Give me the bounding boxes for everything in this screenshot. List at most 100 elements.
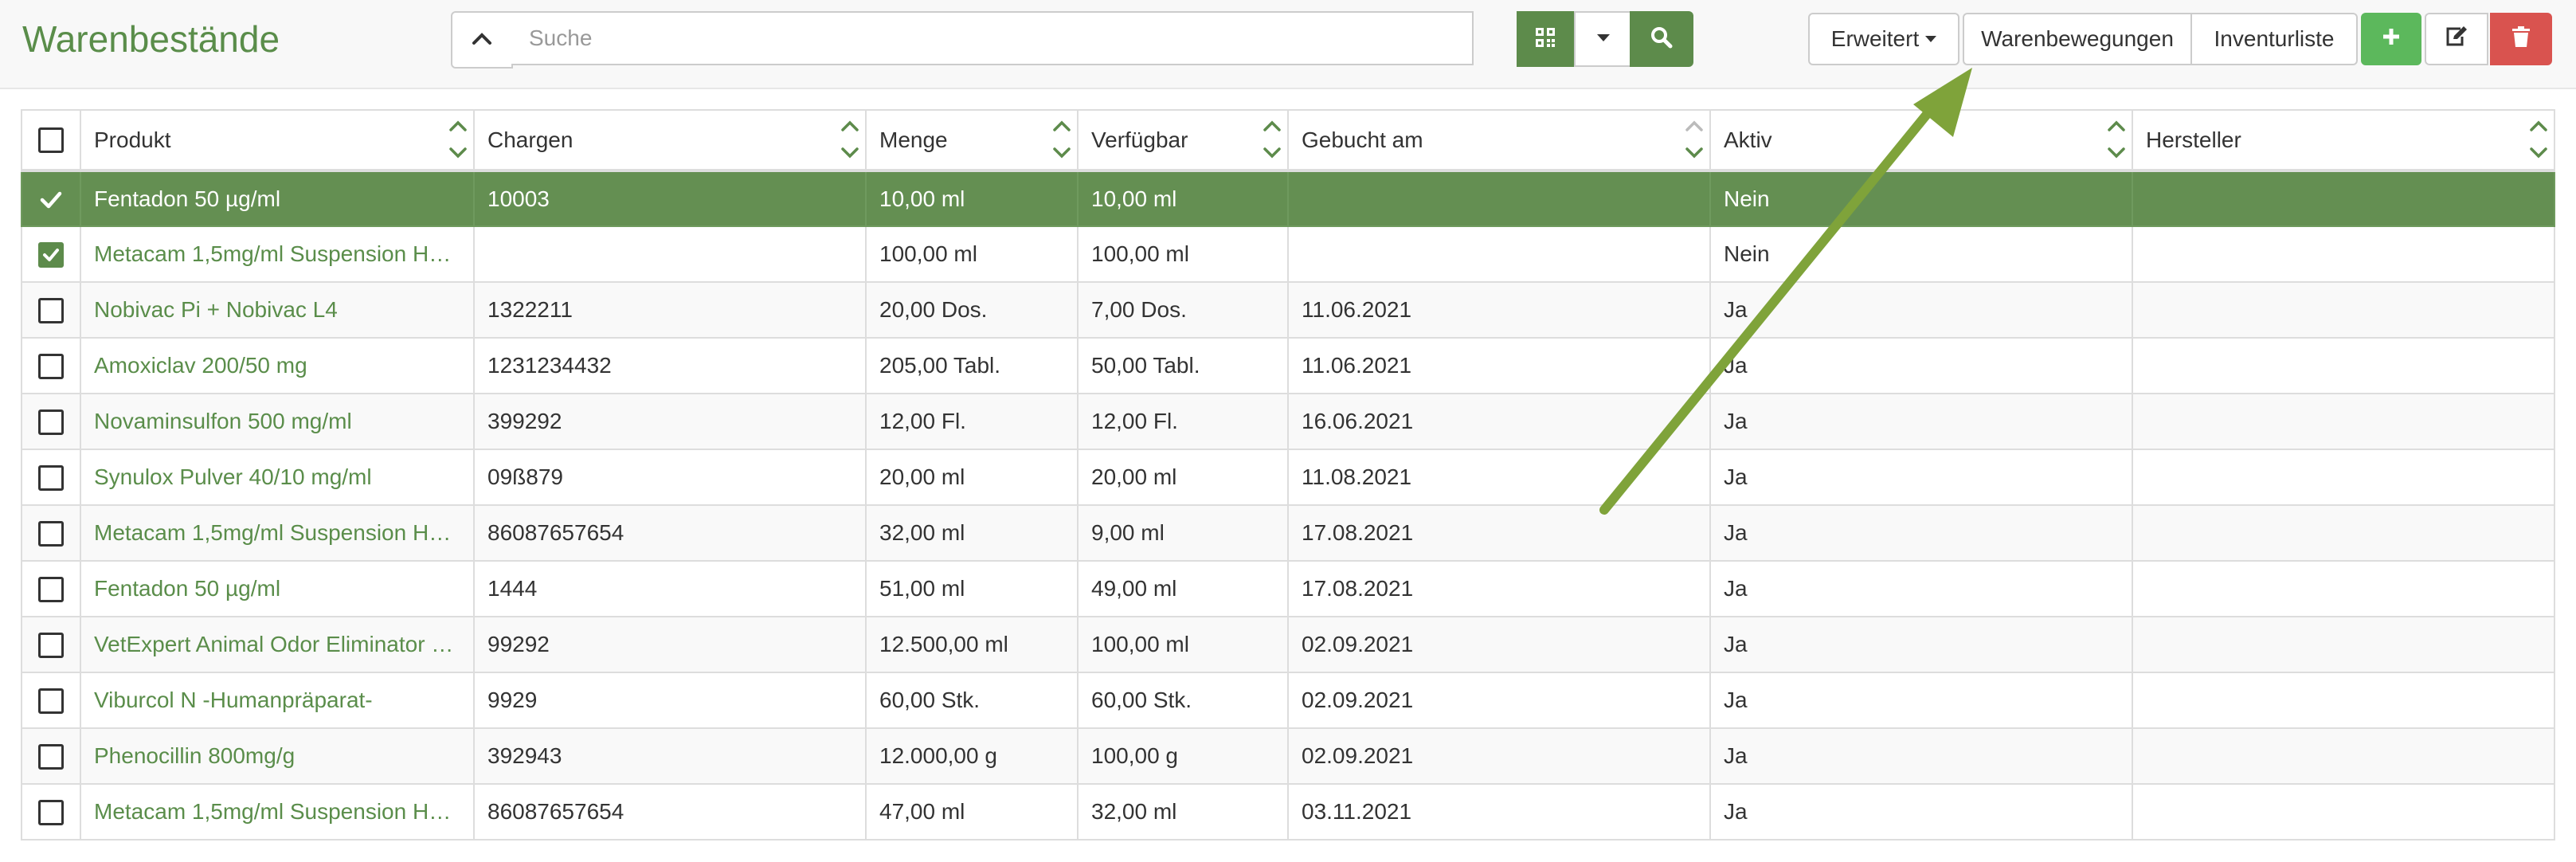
table-row[interactable]: Synulox Pulver 40/10 mg/ml 09ß879 20,00 ml…	[21, 449, 2555, 506]
row-checkbox[interactable]	[38, 353, 64, 379]
column-label: Menge	[879, 127, 948, 152]
row-checkbox[interactable]	[38, 743, 64, 770]
table-row[interactable]: Amoxiclav 200/50 mg 1231234432 205,00 Tabl…	[21, 337, 2555, 394]
table-row[interactable]: Nobivac Pi + Nobivac L4 1322211 20,00 Dos.…	[21, 281, 2555, 339]
cell-gebucht-am: 02.09.2021	[1287, 616, 1711, 673]
cell-hersteller	[2132, 449, 2555, 506]
plus-icon	[2382, 26, 2401, 52]
cell-aktiv: Ja	[1709, 281, 2133, 339]
cell-menge: 47,00 ml	[865, 783, 1079, 840]
column-label: Aktiv	[1724, 127, 1772, 152]
erweitert-dropdown-button[interactable]: Erweitert	[1808, 13, 1959, 65]
table-row[interactable]: Metacam 1,5mg/ml Suspension Hu… 860876576…	[21, 504, 2555, 562]
table-row[interactable]: Phenocillin 800mg/g 392943 12.000,00 g 100,…	[21, 727, 2555, 785]
chevron-up-icon	[472, 31, 492, 49]
row-select-cell	[21, 393, 81, 450]
column-header-gebucht-am[interactable]: Gebucht am	[1287, 109, 1711, 172]
edit-button[interactable]	[2425, 13, 2488, 65]
cell-verfuegbar: 9,00 ml	[1077, 504, 1289, 562]
row-select-cell	[21, 727, 81, 785]
erweitert-label: Erweitert	[1830, 26, 1920, 51]
sort-icon[interactable]	[2528, 117, 2549, 163]
search-input[interactable]	[511, 11, 1474, 65]
row-select-cell	[21, 783, 81, 840]
row-checkbox[interactable]	[38, 409, 64, 435]
cell-menge: 32,00 ml	[865, 504, 1079, 562]
cell-product[interactable]: Amoxiclav 200/50 mg	[80, 337, 475, 394]
column-header-hersteller[interactable]: Hersteller	[2132, 109, 2555, 172]
row-checkbox[interactable]	[38, 799, 64, 825]
row-checkbox[interactable]	[38, 241, 64, 268]
cell-product[interactable]: Phenocillin 800mg/g	[80, 727, 475, 785]
collapse-button[interactable]	[451, 11, 513, 69]
cell-product[interactable]: Nobivac Pi + Nobivac L4	[80, 281, 475, 339]
cell-hersteller	[2132, 281, 2555, 339]
table-row[interactable]: Metacam 1,5mg/ml Suspension Hu… 860876576…	[21, 783, 2555, 840]
sort-icon[interactable]	[1262, 117, 1282, 163]
cell-product[interactable]: Fentadon 50 µg/ml	[80, 560, 475, 617]
cell-product[interactable]: Metacam 1,5mg/ml Suspension Hu…	[80, 504, 475, 562]
caret-down-icon	[1925, 36, 1937, 42]
inventurliste-button[interactable]: Inventurliste	[2190, 13, 2358, 65]
cell-menge: 20,00 Dos.	[865, 281, 1079, 339]
row-checkbox[interactable]	[38, 297, 64, 323]
sort-icon[interactable]	[1684, 117, 1705, 163]
column-header-menge[interactable]: Menge	[865, 109, 1079, 172]
row-select-cell	[21, 672, 81, 729]
cell-product[interactable]: Metacam 1,5mg/ml Suspension Hu…	[80, 225, 475, 283]
cell-hersteller	[2132, 504, 2555, 562]
table-row[interactable]: Viburcol N -Humanpräparat- 9929 60,00 Stk.…	[21, 672, 2555, 729]
column-label: Produkt	[94, 127, 171, 152]
table-row[interactable]: VetExpert Animal Odor Eliminator S… 99292…	[21, 616, 2555, 673]
column-header-produkt[interactable]: Produkt	[80, 109, 475, 172]
sort-icon[interactable]	[2106, 117, 2127, 163]
warenbewegungen-button[interactable]: Warenbewegungen	[1963, 13, 2192, 65]
row-select-cell	[21, 616, 81, 673]
cell-gebucht-am: 11.06.2021	[1287, 337, 1711, 394]
row-select-cell	[21, 449, 81, 506]
cell-hersteller	[2132, 337, 2555, 394]
qr-scan-button[interactable]	[1517, 11, 1574, 67]
add-button[interactable]	[2361, 13, 2421, 65]
cell-product[interactable]: Viburcol N -Humanpräparat-	[80, 672, 475, 729]
cell-product[interactable]: Novaminsulfon 500 mg/ml	[80, 393, 475, 450]
warenbewegungen-label: Warenbewegungen	[1981, 26, 2174, 51]
row-checkbox[interactable]	[40, 186, 62, 211]
caret-down-icon	[1597, 32, 1610, 46]
row-checkbox[interactable]	[38, 464, 64, 491]
cell-menge: 20,00 ml	[865, 449, 1079, 506]
column-header-verfuegbar[interactable]: Verfügbar	[1077, 109, 1289, 172]
delete-button[interactable]	[2490, 13, 2552, 65]
search-button[interactable]	[1630, 11, 1693, 67]
sort-icon[interactable]	[840, 117, 860, 163]
cell-menge: 205,00 Tabl.	[865, 337, 1079, 394]
cell-verfuegbar: 10,00 ml	[1077, 170, 1289, 227]
cell-product[interactable]: Synulox Pulver 40/10 mg/ml	[80, 449, 475, 506]
sort-icon[interactable]	[1051, 117, 1072, 163]
cell-verfuegbar: 20,00 ml	[1077, 449, 1289, 506]
sort-icon[interactable]	[448, 117, 468, 163]
select-all-checkbox[interactable]	[38, 127, 64, 154]
table-row[interactable]: Fentadon 50 µg/ml 1444 51,00 ml 49,00 ml 17.…	[21, 560, 2555, 617]
cell-gebucht-am: 17.08.2021	[1287, 504, 1711, 562]
row-checkbox[interactable]	[38, 520, 64, 547]
column-header-chargen[interactable]: Chargen	[473, 109, 867, 172]
cell-product[interactable]: Fentadon 50 µg/ml	[80, 170, 475, 227]
cell-menge: 12.500,00 ml	[865, 616, 1079, 673]
cell-aktiv: Nein	[1709, 225, 2133, 283]
cell-product[interactable]: VetExpert Animal Odor Eliminator S…	[80, 616, 475, 673]
table-row[interactable]: Metacam 1,5mg/ml Suspension Hu… 100,00 ml…	[21, 225, 2555, 283]
cell-chargen: 1322211	[473, 281, 867, 339]
row-checkbox[interactable]	[38, 576, 64, 602]
row-checkbox[interactable]	[38, 632, 64, 658]
table-row[interactable]: Fentadon 50 µg/ml 10003 10,00 ml 10,00 ml Ne…	[21, 170, 2555, 227]
cell-chargen: 1444	[473, 560, 867, 617]
row-checkbox[interactable]	[38, 688, 64, 714]
select-all-cell	[21, 109, 81, 172]
search-options-dropdown[interactable]	[1574, 11, 1633, 67]
cell-product[interactable]: Metacam 1,5mg/ml Suspension Hu…	[80, 783, 475, 840]
table-row[interactable]: Novaminsulfon 500 mg/ml 399292 12,00 Fl. 12…	[21, 393, 2555, 450]
cell-aktiv: Ja	[1709, 393, 2133, 450]
column-header-aktiv[interactable]: Aktiv	[1709, 109, 2133, 172]
cell-gebucht-am	[1287, 170, 1711, 227]
